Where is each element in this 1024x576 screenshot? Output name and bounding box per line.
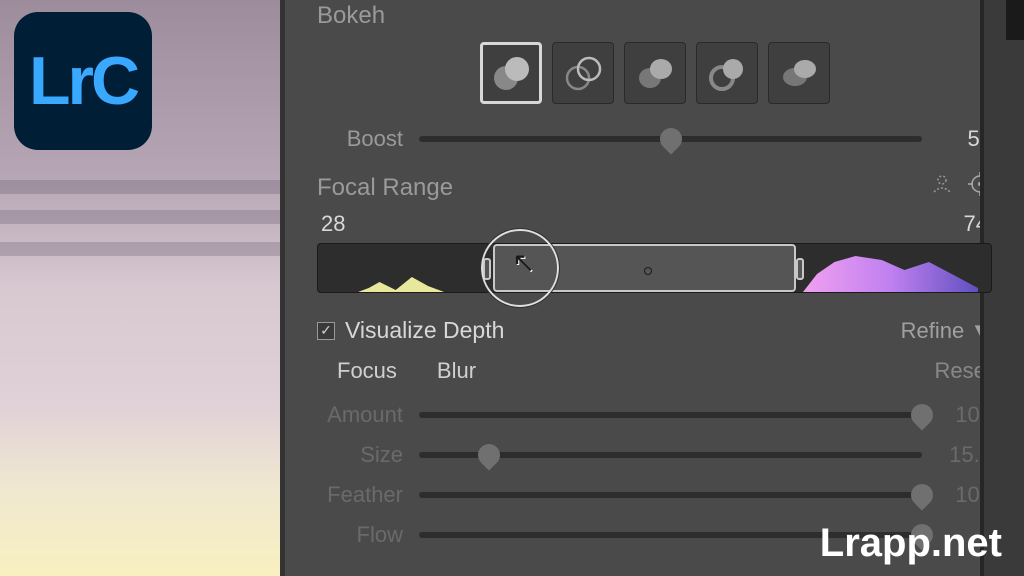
bokeh-shape-bubble[interactable] [552, 42, 614, 104]
bokeh-shape-row [317, 42, 992, 104]
bokeh-shape-blade[interactable] [624, 42, 686, 104]
flow-label: Flow [317, 522, 419, 548]
bokeh-ring-soft-icon [706, 52, 748, 94]
refine-label: Refine [901, 318, 965, 344]
focal-range-title: Focal Range [317, 174, 453, 202]
depth-histogram-right [803, 252, 978, 292]
amount-label: Amount [317, 402, 419, 428]
bokeh-solid-overlap-icon [490, 52, 532, 94]
focal-range-values: 28 74 [317, 211, 992, 237]
window-edge [1006, 0, 1024, 40]
feather-label: Feather [317, 482, 419, 508]
blur-brush-button[interactable]: Blur [437, 358, 476, 384]
size-slider-thumb[interactable] [474, 439, 505, 470]
watermark: Lrapp.net [820, 521, 1002, 566]
boost-label: Boost [317, 126, 419, 152]
refine-toggle[interactable]: Refine ▼ [901, 318, 992, 344]
feather-slider[interactable] [419, 492, 922, 498]
bokeh-shape-catseye[interactable] [768, 42, 830, 104]
focal-range-handle-right[interactable] [796, 258, 804, 280]
depth-histogram-left [358, 252, 466, 292]
focal-range-slider[interactable]: ↖ [317, 243, 992, 293]
bokeh-soft-solid-icon [778, 52, 820, 94]
bokeh-section-title: Bokeh [317, 2, 992, 30]
bokeh-shape-ring[interactable] [696, 42, 758, 104]
app-icon-label: LrC [29, 42, 137, 120]
boost-slider-thumb[interactable] [655, 123, 686, 154]
focal-range-window[interactable] [493, 244, 796, 292]
range-center-dot [644, 267, 652, 275]
focal-range-handle-left[interactable] [483, 258, 491, 280]
lens-blur-panel: Bokeh Boost [280, 0, 1024, 576]
focal-range-low[interactable]: 28 [321, 211, 345, 237]
bokeh-soft-left-icon [634, 52, 676, 94]
bokeh-shape-circle[interactable] [480, 42, 542, 104]
boost-slider-row: Boost 50 [317, 126, 992, 152]
amount-slider[interactable] [419, 412, 922, 418]
visualize-depth-label: Visualize Depth [345, 317, 504, 344]
bokeh-ring-overlap-icon [562, 52, 604, 94]
visualize-depth-checkbox[interactable]: ✓ [317, 322, 335, 340]
size-label: Size [317, 442, 419, 468]
focus-brush-button[interactable]: Focus [337, 358, 397, 384]
focal-range-header: Focal Range [317, 172, 992, 203]
subject-select-icon[interactable] [930, 172, 954, 203]
lightroom-classic-app-icon: LrC [14, 12, 152, 150]
boost-slider[interactable] [419, 136, 922, 142]
size-slider[interactable] [419, 452, 922, 458]
